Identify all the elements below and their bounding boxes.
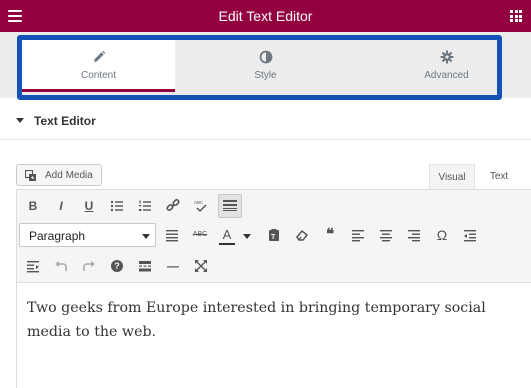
tab-content-label: Content [80,70,117,81]
paste-text-icon[interactable]: T [264,225,284,245]
numbered-list-icon[interactable] [135,196,155,216]
indent-icon[interactable] [23,256,43,276]
redo-icon[interactable] [79,256,99,276]
color-swatch [219,243,235,245]
align-left-icon[interactable] [348,225,368,245]
format-select-value: Paragraph [29,229,86,243]
horizontal-line-icon[interactable]: — [163,256,183,276]
editor-content[interactable]: Two geeks from Europe interested in brin… [27,296,507,344]
fullscreen-icon[interactable] [191,256,211,276]
help-icon[interactable]: ? [107,256,127,276]
align-center-icon[interactable] [376,225,396,245]
underline-icon[interactable]: U [79,196,99,216]
tab-content[interactable]: Content [22,38,175,92]
italic-icon[interactable]: I [51,196,71,216]
panel-title: Edit Text Editor [218,8,313,24]
strikethrough-icon[interactable]: ABC [190,225,210,245]
tab-advanced[interactable]: Advanced [370,38,523,92]
panel-header: Edit Text Editor [0,0,531,32]
outdent-icon[interactable] [460,225,480,245]
text-color-dropdown[interactable] [240,225,254,245]
text-color-icon[interactable]: A [217,225,237,245]
tab-text[interactable]: Text [480,164,518,190]
undo-icon[interactable] [51,256,71,276]
spellcheck-icon[interactable]: ABC [191,196,211,216]
media-icon [25,170,36,181]
section-toggle[interactable]: Text Editor [0,104,531,140]
chevron-down-icon [142,234,150,239]
grid-icon[interactable] [510,10,522,22]
blockquote-icon[interactable]: ❝ [320,225,340,245]
align-right-icon[interactable] [404,225,424,245]
tab-style-label: Style [254,70,277,81]
read-more-icon[interactable] [135,256,155,276]
chevron-down-icon [243,234,251,239]
svg-text:ABC: ABC [194,200,204,205]
omega-icon[interactable]: Ω [432,225,452,245]
align-justify-icon[interactable] [162,225,182,245]
section-title: Text Editor [34,114,96,128]
caret-down-icon [16,118,24,123]
bold-icon[interactable]: B [23,196,43,216]
tab-visual[interactable]: Visual [429,164,475,190]
help-icon-label: ? [111,260,123,272]
gear-icon [440,50,453,64]
format-select[interactable]: Paragraph [19,223,156,247]
link-icon[interactable] [163,196,183,216]
toolbar-toggle-icon[interactable] [218,194,242,218]
add-media-button[interactable]: Add Media [16,164,102,186]
tab-style[interactable]: Style [189,38,342,92]
bullet-list-icon[interactable] [107,196,127,216]
pencil-icon [93,50,105,62]
clear-format-icon[interactable] [292,225,312,245]
panel-tabs: Content Style Advanced [0,32,531,98]
text-color-label: A [222,227,232,242]
svg-text:T: T [271,234,276,241]
half-circle-icon [259,50,272,64]
add-media-label: Add Media [45,170,93,181]
tab-advanced-label: Advanced [424,70,469,81]
